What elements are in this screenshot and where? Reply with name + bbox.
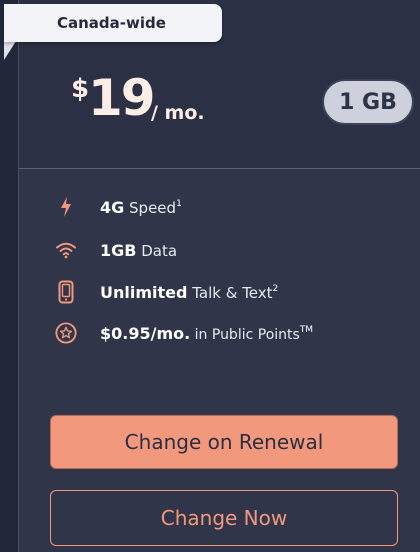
feature-strong: Unlimited [100, 282, 188, 302]
tag-label: Canada-wide [57, 14, 166, 32]
feature-strong: 4G [100, 197, 125, 217]
price-currency: $ [71, 74, 90, 104]
trademark-marker: TM [299, 324, 314, 335]
feature-talk-text-text: Unlimited Talk & Text2 [100, 283, 278, 302]
feature-rest: Data [136, 241, 178, 260]
price-period: / mo. [151, 102, 205, 124]
feature-strong: $0.95/mo. [100, 323, 191, 343]
feature-rest: Speed [124, 198, 177, 217]
change-now-button[interactable]: Change Now [50, 490, 398, 546]
mobile-phone-icon [55, 280, 77, 304]
feature-rest: Talk & Text [187, 283, 273, 302]
lightning-bolt-icon [55, 196, 77, 218]
feature-strong: 1GB [100, 240, 137, 260]
canada-wide-tag: Canada-wide [4, 4, 222, 42]
feature-speed: 4G Speed1 [19, 192, 420, 222]
plan-card: $ 19 / mo. 1 GB 4G Speed1 1GB Data Unlim… [18, 0, 420, 552]
feature-public-points-text: $0.95/mo. in Public PointsTM [100, 324, 313, 343]
feature-rest: in Public Points [190, 326, 300, 343]
feature-public-points: $0.95/mo. in Public PointsTM [19, 318, 420, 348]
data-amount-badge: 1 GB [322, 79, 414, 125]
feature-data: 1GB Data [19, 235, 420, 265]
left-edge-strip [0, 0, 18, 552]
wifi-signal-icon [55, 239, 77, 261]
star-badge-icon [55, 322, 77, 344]
price-amount: 19 [88, 69, 156, 127]
footnote-marker: 1 [176, 198, 182, 209]
change-on-renewal-button[interactable]: Change on Renewal [50, 415, 398, 469]
feature-speed-text: 4G Speed1 [100, 198, 182, 217]
feature-data-text: 1GB Data [100, 241, 177, 260]
footnote-marker: 2 [272, 283, 279, 294]
feature-talk-text: Unlimited Talk & Text2 [19, 277, 420, 307]
